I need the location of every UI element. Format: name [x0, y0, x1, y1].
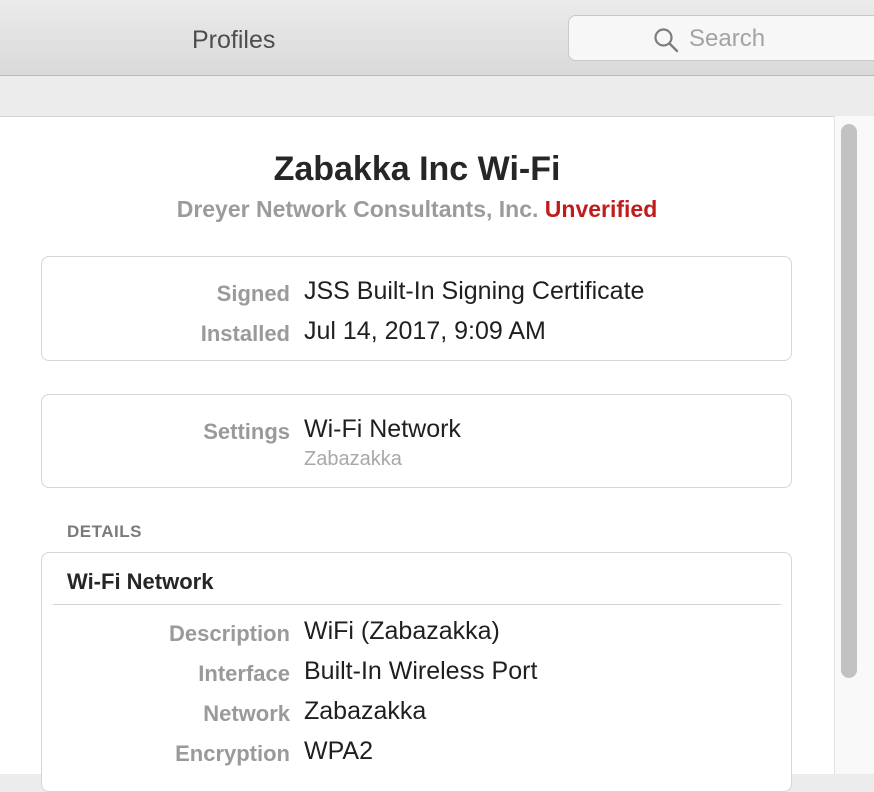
settings-label: Settings: [203, 419, 290, 444]
window-title: Profiles: [192, 26, 276, 54]
search-icon: [654, 28, 679, 53]
installed-value: Jul 14, 2017, 9:09 AM: [304, 317, 546, 345]
window-toolbar: Profiles: [0, 0, 874, 76]
search-input[interactable]: [689, 24, 874, 54]
settings-value: Wi-Fi Network: [304, 415, 461, 443]
network-label: Network: [203, 701, 290, 726]
profile-title: Zabakka Inc Wi-Fi: [273, 150, 561, 188]
profile-organization-line: Dreyer Network Consultants, Inc. Unverif…: [0, 196, 834, 223]
interface-label: Interface: [198, 661, 290, 686]
encryption-value: WPA2: [304, 737, 373, 765]
encryption-label: Encryption: [175, 741, 290, 766]
installed-label: Installed: [200, 321, 290, 346]
search-field[interactable]: [568, 15, 874, 61]
description-label: Description: [168, 621, 290, 646]
interface-value: Built-In Wireless Port: [304, 657, 538, 685]
details-section-header: DETAILS: [67, 522, 142, 541]
description-value: WiFi (Zabazakka): [304, 617, 500, 645]
verification-status: Unverified: [544, 196, 658, 222]
details-divider: [53, 604, 781, 605]
details-title: Wi-Fi Network: [67, 569, 214, 594]
toolbar-gap: [0, 76, 874, 116]
scrollbar-thumb[interactable]: [841, 124, 857, 678]
settings-subvalue: Zabazakka: [304, 448, 402, 470]
signed-label: Signed: [216, 281, 290, 306]
organization-name: Dreyer Network Consultants, Inc.: [176, 196, 539, 222]
signed-value: JSS Built-In Signing Certificate: [304, 277, 645, 305]
network-value: Zabazakka: [304, 697, 427, 725]
